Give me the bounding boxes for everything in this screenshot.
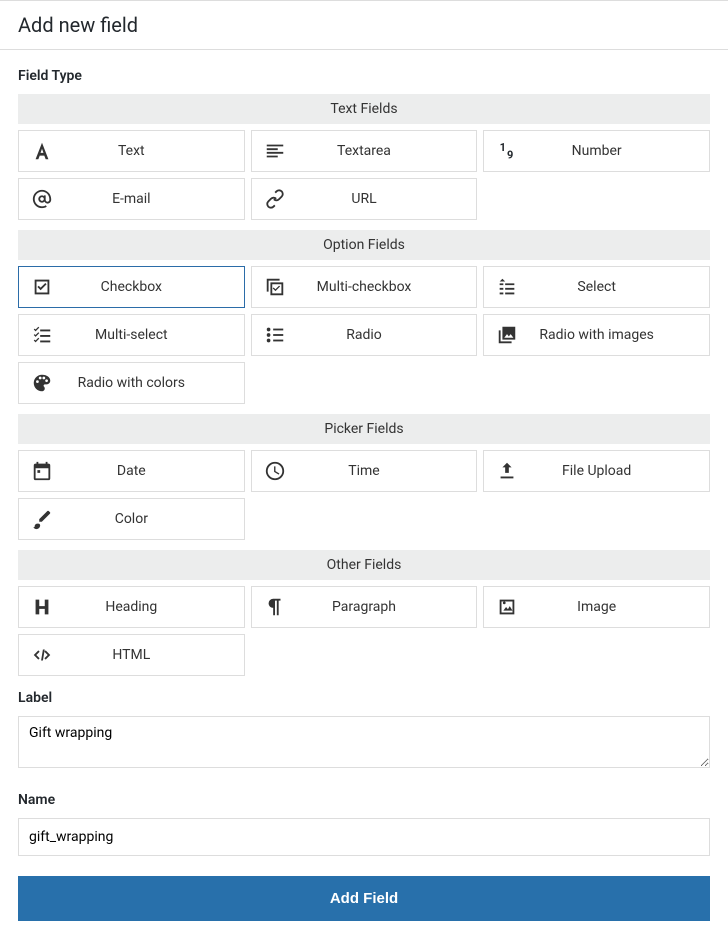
calendar-icon	[19, 460, 65, 482]
field-type-label: URL	[298, 191, 477, 207]
name-field-label: Name	[18, 792, 710, 808]
field-type-label: File Upload	[530, 463, 709, 479]
field-type-label: Color	[65, 511, 244, 527]
name-input[interactable]	[18, 818, 710, 856]
field-type-label: Radio with images	[530, 327, 709, 343]
images-icon	[484, 324, 530, 346]
field-type-label: E-mail	[65, 191, 244, 207]
multi-select-icon	[19, 324, 65, 346]
field-type-email[interactable]: E-mail	[18, 178, 245, 220]
checkbox-icon	[19, 276, 65, 298]
label-field-label: Label	[18, 690, 710, 706]
field-type-label: Multi-select	[65, 327, 244, 343]
field-type-label: Field Type	[18, 68, 710, 84]
field-type-label: Number	[530, 143, 709, 159]
section-header: Option Fields	[18, 230, 710, 260]
field-type-radio-colors[interactable]: Radio with colors	[18, 362, 245, 404]
field-type-label: Radio	[298, 327, 477, 343]
field-type-image[interactable]: Image	[483, 586, 710, 628]
brush-icon	[19, 508, 65, 530]
field-type-paragraph[interactable]: Paragraph	[251, 586, 478, 628]
field-type-number[interactable]: Number	[483, 130, 710, 172]
field-type-multi-checkbox[interactable]: Multi-checkbox	[251, 266, 478, 308]
field-type-text[interactable]: Text	[18, 130, 245, 172]
field-type-label: Multi-checkbox	[298, 279, 477, 295]
field-type-radio-images[interactable]: Radio with images	[483, 314, 710, 356]
add-field-button[interactable]: Add Field	[18, 876, 710, 921]
field-type-time[interactable]: Time	[251, 450, 478, 492]
field-type-html[interactable]: HTML	[18, 634, 245, 676]
code-icon	[19, 644, 65, 666]
font-icon	[19, 140, 65, 162]
radio-icon	[252, 324, 298, 346]
field-type-label: Paragraph	[298, 599, 477, 615]
field-type-label: Checkbox	[65, 279, 244, 295]
at-icon	[19, 188, 65, 210]
field-type-label: Heading	[65, 599, 244, 615]
field-type-url[interactable]: URL	[251, 178, 478, 220]
palette-icon	[19, 372, 65, 394]
field-type-label: HTML	[65, 647, 244, 663]
field-type-textarea[interactable]: Textarea	[251, 130, 478, 172]
field-type-date[interactable]: Date	[18, 450, 245, 492]
link-icon	[252, 188, 298, 210]
field-type-label: Image	[530, 599, 709, 615]
section-header: Other Fields	[18, 550, 710, 580]
section-header: Picker Fields	[18, 414, 710, 444]
field-type-label: Textarea	[298, 143, 477, 159]
page-title: Add new field	[0, 0, 728, 50]
field-type-file-upload[interactable]: File Upload	[483, 450, 710, 492]
upload-icon	[484, 460, 530, 482]
multi-checkbox-icon	[252, 276, 298, 298]
field-type-heading[interactable]: Heading	[18, 586, 245, 628]
field-type-radio[interactable]: Radio	[251, 314, 478, 356]
select-icon	[484, 276, 530, 298]
section-header: Text Fields	[18, 94, 710, 124]
heading-icon	[19, 596, 65, 618]
clock-icon	[252, 460, 298, 482]
field-type-select[interactable]: Select	[483, 266, 710, 308]
field-type-label: Select	[530, 279, 709, 295]
image-icon	[484, 596, 530, 618]
field-type-checkbox[interactable]: Checkbox	[18, 266, 245, 308]
number-icon	[484, 140, 530, 162]
field-type-label: Time	[298, 463, 477, 479]
field-type-label: Text	[65, 143, 244, 159]
pilcrow-icon	[252, 596, 298, 618]
align-left-icon	[252, 140, 298, 162]
label-input[interactable]	[18, 716, 710, 768]
field-type-color[interactable]: Color	[18, 498, 245, 540]
field-type-label: Radio with colors	[65, 375, 244, 391]
field-type-label: Date	[65, 463, 244, 479]
field-type-multi-select[interactable]: Multi-select	[18, 314, 245, 356]
